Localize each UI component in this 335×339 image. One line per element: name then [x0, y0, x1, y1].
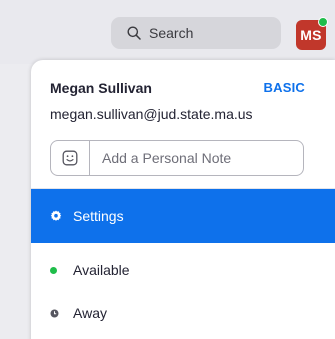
profile-dropdown-panel: Megan Sullivan BASIC megan.sullivan@jud.… — [31, 60, 335, 339]
menu-item-settings[interactable]: Settings — [31, 189, 335, 243]
menu-item-label: Away — [73, 305, 107, 321]
search-label: Search — [149, 25, 194, 41]
gear-icon — [50, 210, 62, 221]
smiley-icon — [62, 150, 78, 166]
personal-note-input[interactable] — [90, 141, 303, 175]
search-icon — [127, 26, 141, 40]
avatar-initials: MS — [300, 27, 322, 43]
top-header-bar: Search MS — [0, 0, 335, 64]
plan-badge[interactable]: BASIC — [264, 80, 305, 95]
search-button[interactable]: Search — [111, 17, 281, 49]
menu-item-label: Settings — [73, 208, 124, 224]
menu-item-away[interactable]: Away — [31, 286, 335, 339]
menu-item-label: Available — [73, 262, 130, 278]
emoji-button[interactable] — [51, 141, 90, 175]
clock-icon — [50, 309, 59, 317]
zoom-profile-menu-screen: Search MS Megan Sullivan BASIC megan.sul… — [0, 0, 335, 339]
personal-note-field[interactable] — [50, 140, 304, 176]
presence-indicator — [318, 17, 328, 27]
available-status-icon — [50, 266, 57, 274]
user-name: Megan Sullivan — [50, 80, 152, 96]
user-email: megan.sullivan@jud.state.ma.us — [50, 106, 253, 122]
